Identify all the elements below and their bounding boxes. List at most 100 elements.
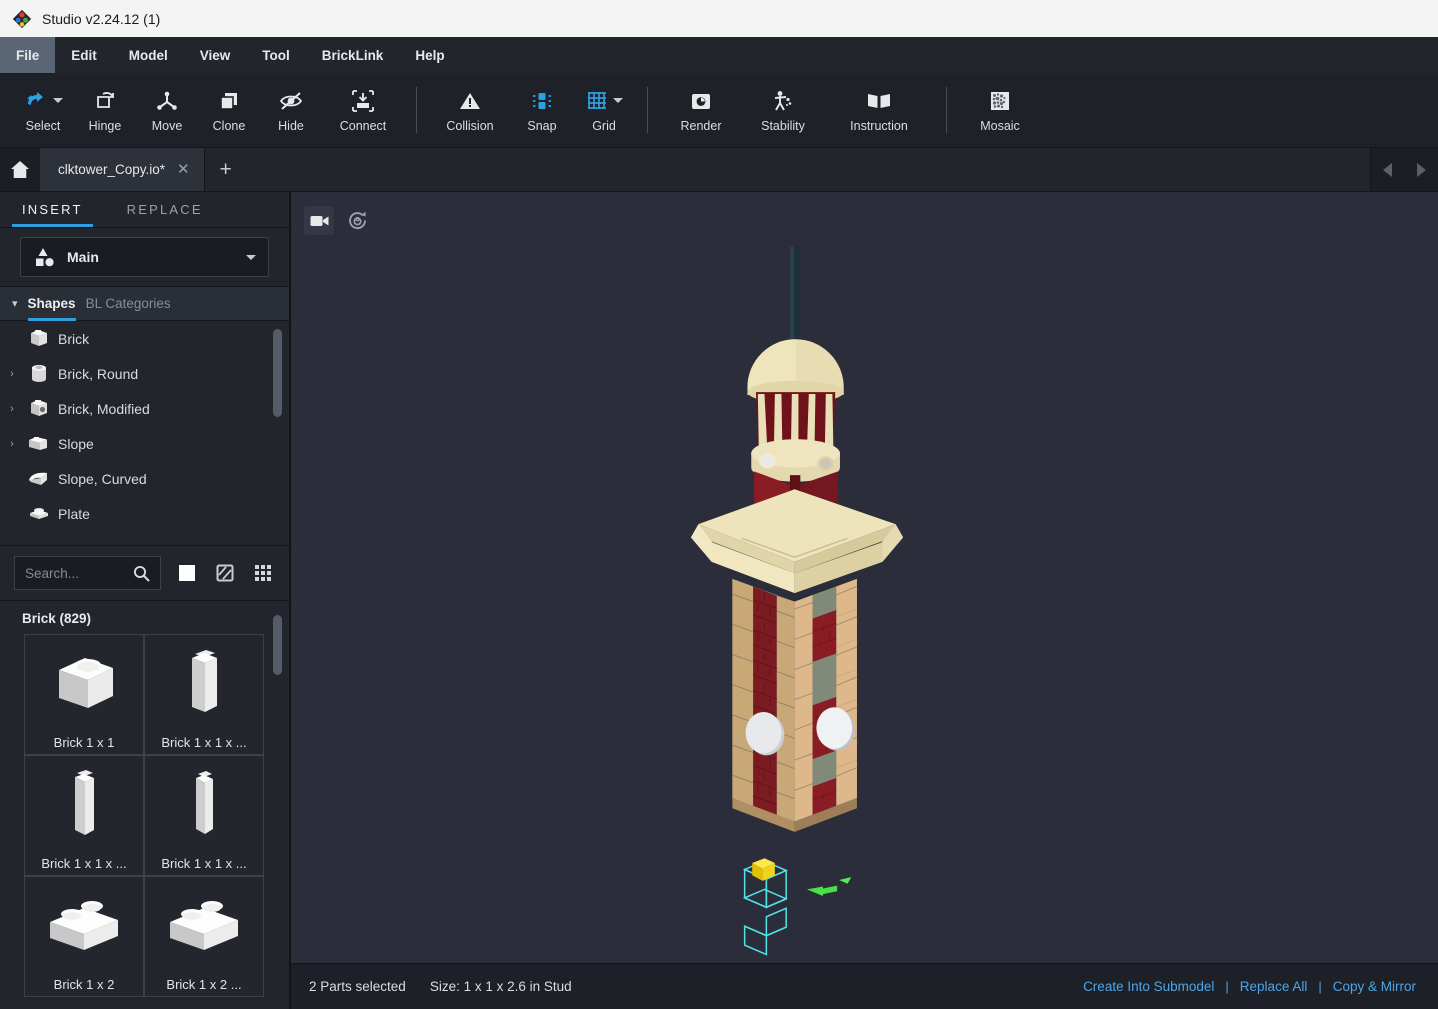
- camera-render-icon: [692, 93, 710, 109]
- part-item[interactable]: Brick 1 x 2: [24, 876, 144, 997]
- part-item[interactable]: Brick 1 x 1 x ...: [24, 755, 144, 876]
- expand-arrow-icon[interactable]: ›: [4, 438, 20, 450]
- tool-move[interactable]: Move: [136, 77, 198, 143]
- palette-select-wrapper: Main: [0, 228, 289, 287]
- expand-arrow-icon[interactable]: ›: [4, 403, 20, 415]
- category-row-slope-curved[interactable]: Slope, Curved: [0, 461, 289, 496]
- tool-collision[interactable]: Collision: [429, 77, 511, 143]
- tool-hinge[interactable]: Hinge: [74, 77, 136, 143]
- grid-icon: [587, 91, 606, 109]
- category-row-brick[interactable]: Brick: [0, 321, 289, 356]
- category-row-plate[interactable]: Plate: [0, 496, 289, 531]
- palette-select[interactable]: Main: [20, 237, 269, 277]
- part-item[interactable]: Brick 1 x 1 x ...: [144, 634, 264, 755]
- parts-group-title: Brick (829): [22, 611, 92, 626]
- expand-arrow-icon[interactable]: ›: [4, 368, 20, 380]
- status-bar: 2 Parts selected Size: 1 x 1 x 2.6 in St…: [291, 963, 1438, 1009]
- part-label: Brick 1 x 1 x ...: [41, 856, 127, 871]
- status-actions: Create Into Submodel | Replace All | Cop…: [1083, 979, 1416, 994]
- parts-search-row: Search...: [0, 546, 289, 601]
- tab-replace[interactable]: REPLACE: [105, 192, 225, 227]
- selection-size: Size: 1 x 1 x 2.6 in Stud: [429, 979, 572, 994]
- category-row-slope[interactable]: › Slope: [0, 426, 289, 461]
- tool-mosaic[interactable]: Mosaic: [959, 77, 1041, 143]
- white-square-icon: [179, 565, 195, 581]
- tool-hinge-label: Hinge: [88, 118, 122, 133]
- slope-curved-icon: [24, 465, 54, 493]
- category-row-brick-round[interactable]: › Brick, Round: [0, 356, 289, 391]
- new-tab-button[interactable]: +: [205, 148, 247, 191]
- tool-clone-label: Clone: [212, 118, 246, 133]
- part-label: Brick 1 x 2: [53, 977, 115, 992]
- color-swatch-toggle[interactable]: [175, 561, 199, 585]
- copy-and-mirror-link[interactable]: Copy & Mirror: [1333, 979, 1416, 994]
- brick-1x2-thumb: [25, 877, 143, 977]
- select-cursor-icon: [26, 91, 43, 105]
- tab-clktower[interactable]: clktower_Copy.io* ✕: [40, 148, 205, 191]
- brick-tall-b-thumb: [25, 756, 143, 856]
- tool-move-label: Move: [151, 118, 183, 133]
- tool-stability[interactable]: Stability: [742, 77, 824, 143]
- part-label: Brick 1 x 2 ...: [166, 977, 242, 992]
- collision-warning-icon: [460, 92, 480, 109]
- chevron-right-icon[interactable]: [1416, 162, 1426, 177]
- part-item[interactable]: Brick 1 x 1 x ...: [144, 755, 264, 876]
- bl-categories-tab[interactable]: BL Categories: [86, 296, 171, 311]
- menu-bricklink[interactable]: BrickLink: [306, 37, 400, 73]
- status-separator: |: [1318, 979, 1322, 994]
- close-icon[interactable]: ✕: [177, 162, 190, 177]
- hinge-icon: [97, 91, 115, 108]
- create-into-submodel-link[interactable]: Create Into Submodel: [1083, 979, 1214, 994]
- menu-view[interactable]: View: [184, 37, 247, 73]
- tool-hide[interactable]: Hide: [260, 77, 322, 143]
- search-icon[interactable]: [133, 565, 150, 582]
- menu-bar: File Edit Model View Tool BrickLink Help: [0, 37, 1438, 73]
- status-separator: |: [1225, 979, 1229, 994]
- shapes-category-header: ▾ Shapes BL Categories: [0, 287, 289, 321]
- menu-file[interactable]: File: [0, 37, 56, 73]
- selection-count: 2 Parts selected: [309, 979, 406, 994]
- pattern-toggle[interactable]: [213, 561, 237, 585]
- toolbar-separator-1: [416, 87, 417, 133]
- tool-grid[interactable]: Grid: [573, 77, 635, 143]
- category-row-partial[interactable]: [0, 531, 289, 545]
- clock-tower-model[interactable]: [291, 192, 1438, 963]
- search-input[interactable]: Search...: [14, 556, 161, 590]
- chevron-down-icon[interactable]: ▾: [12, 297, 18, 310]
- brick-tall-c-thumb: [145, 756, 263, 856]
- grid-view-toggle[interactable]: [251, 561, 275, 585]
- parts-scrollbar[interactable]: [273, 615, 282, 675]
- category-list[interactable]: Brick › Brick, Round › Brick, Modified ›…: [0, 321, 289, 546]
- tab-insert[interactable]: INSERT: [0, 192, 105, 227]
- grid-caret-icon[interactable]: [612, 98, 623, 103]
- parts-results-pane[interactable]: Brick (829) Brick 1 x 1 Brick 1 x 1 x ..…: [0, 601, 289, 1009]
- tool-select-label: Select: [25, 118, 61, 133]
- menu-edit[interactable]: Edit: [55, 37, 113, 73]
- tool-connect-label: Connect: [339, 118, 387, 133]
- 3d-viewport[interactable]: 2 Parts selected Size: 1 x 1 x 2.6 in St…: [290, 192, 1438, 1009]
- select-caret-icon[interactable]: [52, 98, 63, 103]
- shapes-tab[interactable]: Shapes: [27, 296, 76, 321]
- home-button[interactable]: [0, 148, 40, 191]
- connect-icon: [352, 89, 374, 112]
- workarea: INSERT REPLACE Main ▾ Shapes BL Categori…: [0, 192, 1438, 1009]
- tool-snap[interactable]: Snap: [511, 77, 573, 143]
- tool-clone[interactable]: Clone: [198, 77, 260, 143]
- menu-help[interactable]: Help: [399, 37, 460, 73]
- part-item[interactable]: Brick 1 x 2 ...: [144, 876, 264, 997]
- menu-model[interactable]: Model: [113, 37, 184, 73]
- category-scrollbar[interactable]: [273, 329, 282, 417]
- menu-tool[interactable]: Tool: [246, 37, 306, 73]
- tool-grid-label: Grid: [592, 118, 616, 133]
- chevron-down-icon[interactable]: [246, 254, 256, 260]
- category-row-brick-modified[interactable]: › Brick, Modified: [0, 391, 289, 426]
- slope-icon: [24, 430, 54, 458]
- part-item[interactable]: Brick 1 x 1: [24, 634, 144, 755]
- replace-all-link[interactable]: Replace All: [1240, 979, 1308, 994]
- tower-left-face: [732, 578, 795, 822]
- tool-select[interactable]: Select: [12, 77, 74, 143]
- tool-instruction[interactable]: Instruction: [824, 77, 934, 143]
- tool-render[interactable]: Render: [660, 77, 742, 143]
- tool-connect[interactable]: Connect: [322, 77, 404, 143]
- chevron-left-icon[interactable]: [1383, 162, 1393, 177]
